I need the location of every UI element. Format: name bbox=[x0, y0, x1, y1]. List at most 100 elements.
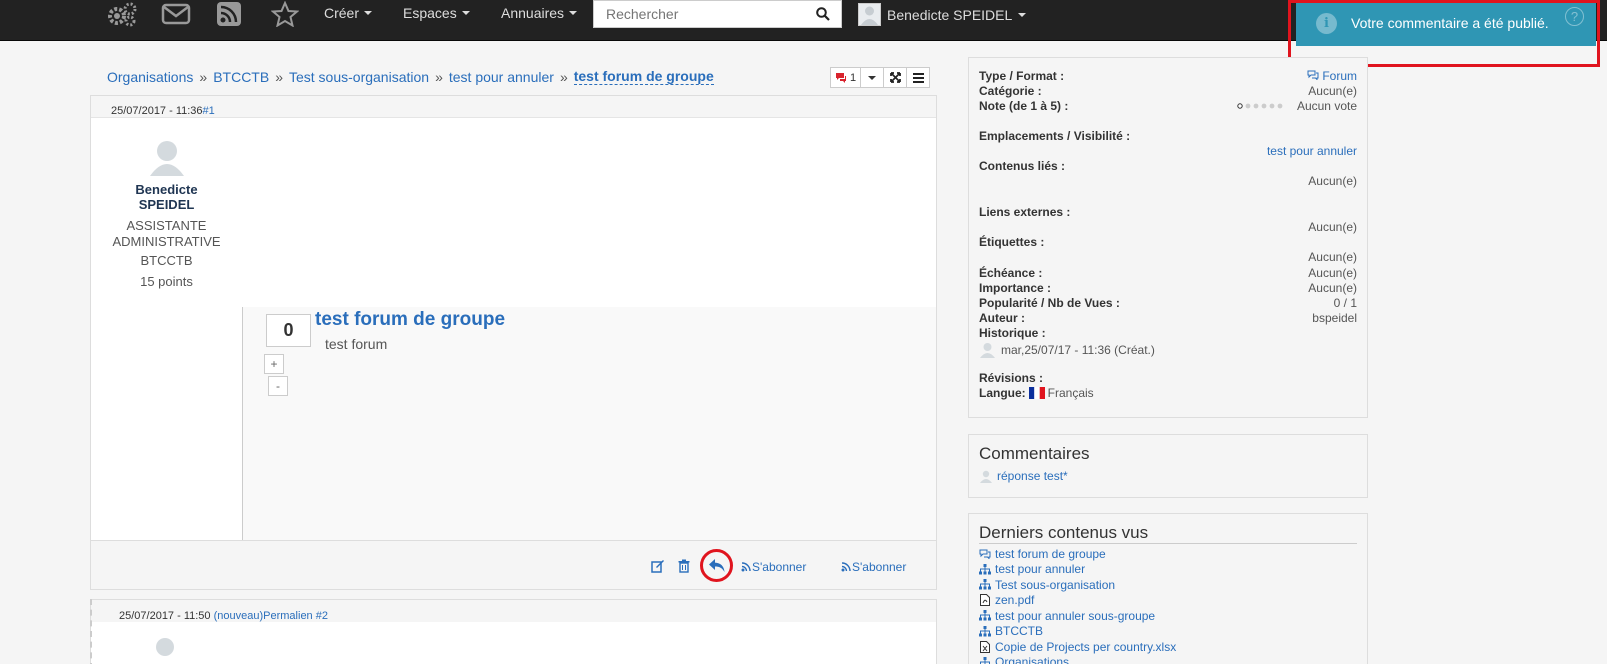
info-type-value[interactable]: Forum bbox=[1307, 69, 1357, 83]
reply-button[interactable] bbox=[700, 549, 733, 582]
menu-annuaires[interactable]: Annuaires bbox=[501, 5, 578, 21]
post-body: 0 + - test forum de groupe test forum bbox=[242, 307, 936, 540]
breadcrumb-current[interactable]: test forum de groupe bbox=[573, 68, 714, 85]
recent-item[interactable]: Test sous-organisation bbox=[969, 577, 1367, 593]
info-popularity: Popularité / Nb de Vues : 0 / 1 bbox=[979, 296, 1357, 310]
search-button[interactable] bbox=[805, 1, 841, 27]
subscribe-link-2[interactable]: S'abonner bbox=[841, 560, 906, 574]
breadcrumb-separator: » bbox=[435, 68, 443, 85]
subscribe-link-1[interactable]: S'abonner bbox=[741, 560, 806, 574]
sitemap-icon bbox=[979, 610, 991, 622]
breadcrumb-organisations[interactable]: Organisations bbox=[107, 69, 193, 85]
caret-down-icon bbox=[1018, 12, 1027, 17]
recent-item-label: Copie de Projects per country.xlsx bbox=[995, 639, 1177, 654]
subscribe-label: S'abonner bbox=[752, 560, 807, 574]
breadcrumb-btcctb[interactable]: BTCCTB bbox=[213, 69, 269, 85]
comment-count-button[interactable]: 1 bbox=[830, 67, 862, 88]
recent-item[interactable]: test forum de groupe bbox=[969, 546, 1367, 562]
avatar[interactable] bbox=[147, 138, 187, 176]
post-header: 25/07/2017 - 11:36#1 bbox=[91, 96, 936, 118]
info-tags: Étiquettes : bbox=[979, 235, 1357, 249]
info-author-label: Auteur : bbox=[979, 311, 1025, 325]
edit-icon[interactable] bbox=[650, 558, 666, 574]
info-related-value: Aucun(e) bbox=[1308, 174, 1357, 188]
rss-icon bbox=[841, 562, 851, 572]
info-rating-text: Aucun vote bbox=[1296, 99, 1357, 113]
search-input[interactable] bbox=[594, 1, 805, 27]
post-permalink[interactable]: Permalien #2 bbox=[263, 610, 328, 622]
search-icon bbox=[816, 7, 830, 21]
info-locations: Emplacements / Visibilité : bbox=[979, 129, 1357, 143]
info-due: Échéance : Aucun(e) bbox=[979, 266, 1357, 280]
dropdown-button[interactable] bbox=[860, 67, 885, 88]
subscribe-label: S'abonner bbox=[852, 560, 907, 574]
info-locations-label: Emplacements / Visibilité : bbox=[979, 129, 1131, 143]
recent-item[interactable]: BTCCTB bbox=[969, 624, 1367, 640]
recent-item-label: test pour annuler sous-groupe bbox=[995, 608, 1156, 623]
breadcrumb: Organisations » BTCCTB » Test sous-organ… bbox=[107, 68, 714, 85]
info-category: Catégorie : Aucun(e) bbox=[979, 84, 1357, 98]
hamburger-icon bbox=[912, 72, 924, 83]
menu-espaces[interactable]: Espaces bbox=[403, 5, 470, 21]
comments-panel: Commentaires réponse test* bbox=[968, 434, 1368, 498]
info-author-value: bspeidel bbox=[1312, 311, 1357, 325]
user-menu[interactable]: Benedicte SPEIDEL bbox=[858, 3, 1027, 26]
author-org: BTCCTB bbox=[140, 253, 193, 268]
rss-icon[interactable] bbox=[216, 0, 242, 28]
recent-item-label: zen.pdf bbox=[995, 593, 1035, 608]
rss-icon bbox=[741, 562, 751, 572]
menu-button[interactable] bbox=[906, 67, 931, 88]
post-date: 25/07/2017 - 11:50 bbox=[119, 610, 211, 622]
breadcrumb-separator: » bbox=[559, 68, 568, 85]
recent-item-label: BTCCTB bbox=[995, 624, 1043, 639]
author-name[interactable]: Benedicte SPEIDEL bbox=[91, 182, 242, 212]
sitemap-icon bbox=[979, 656, 991, 664]
trash-icon[interactable] bbox=[676, 558, 692, 574]
info-category-label: Catégorie : bbox=[979, 84, 1042, 98]
info-language: Langue: Français bbox=[979, 386, 1357, 400]
info-rating-label: Note (de 1 à 5) : bbox=[979, 99, 1069, 113]
menu-creer[interactable]: Créer bbox=[324, 5, 373, 21]
info-rating: Note (de 1 à 5) : Aucun vote bbox=[979, 99, 1357, 113]
recent-item[interactable]: Copie de Projects per country.xlsx bbox=[969, 639, 1367, 655]
breadcrumb-test-pour-annuler[interactable]: test pour annuler bbox=[449, 69, 554, 85]
info-due-label: Échéance : bbox=[979, 266, 1043, 280]
gears-icon[interactable] bbox=[105, 0, 139, 28]
star-icon[interactable] bbox=[270, 0, 300, 28]
expand-icon bbox=[889, 72, 901, 83]
comment-item[interactable]: réponse test* bbox=[969, 468, 1367, 484]
sitemap-icon bbox=[979, 563, 991, 575]
caret-down-icon bbox=[461, 11, 470, 15]
recent-item-label: Organisations bbox=[995, 655, 1070, 664]
author-card: Benedicte SPEIDEL ASSISTANTE ADMINISTRAT… bbox=[91, 118, 242, 558]
info-language-value: Français bbox=[1047, 386, 1094, 400]
recent-item-label: test pour annuler bbox=[995, 562, 1086, 577]
menu-espaces-label: Espaces bbox=[403, 5, 457, 21]
recent-item[interactable]: test pour annuler bbox=[969, 562, 1367, 578]
post-permalink[interactable]: #1 bbox=[203, 105, 215, 117]
info-locations-value[interactable]: test pour annuler bbox=[1267, 144, 1357, 158]
fullscreen-button[interactable] bbox=[883, 67, 908, 88]
vote-up-button[interactable]: + bbox=[264, 354, 284, 374]
info-tags-label: Étiquettes : bbox=[979, 235, 1045, 249]
recent-panel: Derniers contenus vus test forum de grou… bbox=[968, 513, 1368, 664]
caret-down-icon bbox=[569, 11, 578, 15]
thread-line bbox=[90, 599, 92, 664]
recent-item-label: test forum de groupe bbox=[995, 546, 1106, 561]
info-history-value: mar,25/07/17 - 11:36 (Créat.) bbox=[1001, 342, 1155, 357]
sitemap-icon bbox=[979, 579, 991, 591]
caret-down-icon bbox=[364, 11, 373, 15]
avatar bbox=[858, 3, 881, 26]
sitemap-icon bbox=[979, 625, 991, 637]
vote-down-button[interactable]: - bbox=[268, 376, 288, 396]
info-revisions-label: Révisions : bbox=[979, 371, 1044, 385]
recent-item[interactable]: Organisations bbox=[969, 655, 1367, 664]
recent-item[interactable]: test pour annuler sous-groupe bbox=[969, 608, 1367, 624]
content-toolbar: 1 bbox=[830, 67, 931, 88]
envelope-icon[interactable] bbox=[160, 0, 192, 28]
recent-item[interactable]: zen.pdf bbox=[969, 593, 1367, 609]
rating-stars[interactable] bbox=[1237, 103, 1289, 109]
breadcrumb-test-sous-organisation[interactable]: Test sous-organisation bbox=[289, 69, 429, 85]
forum-post: 25/07/2017 - 11:36#1 Benedicte SPEIDEL A… bbox=[90, 95, 937, 590]
info-links-label: Liens externes : bbox=[979, 205, 1071, 219]
